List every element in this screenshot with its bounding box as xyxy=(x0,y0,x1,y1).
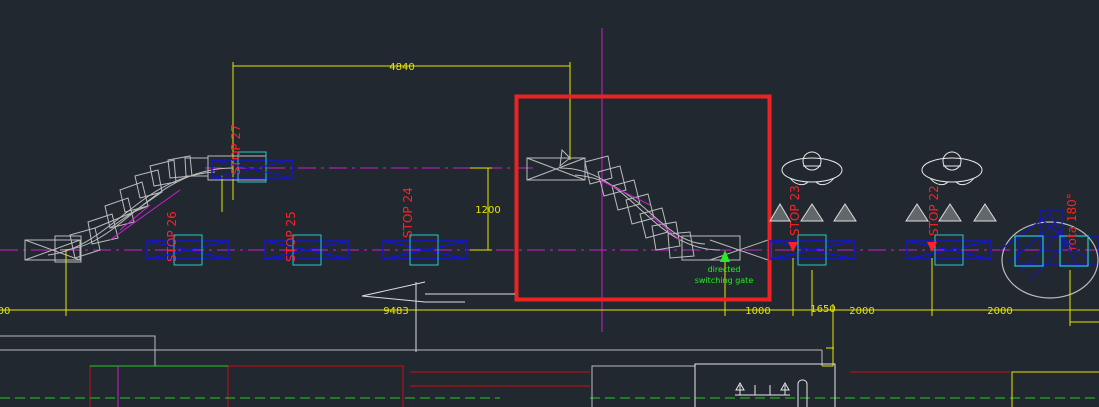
dimension-label-vertical: 1200 xyxy=(475,205,500,216)
station-stop25[interactable] xyxy=(264,234,350,266)
arrow-left-icon xyxy=(361,281,515,352)
dimension-ticks-bottom xyxy=(65,258,1099,326)
fixture-symbol xyxy=(735,379,808,407)
dimension-label-left-edge: 00 xyxy=(0,306,10,317)
stop-label-22: STOP 22 xyxy=(927,185,941,236)
dimension-label-2000-b: 2000 xyxy=(987,306,1012,317)
stop-label-25: STOP 25 xyxy=(284,211,298,262)
dimension-label-2000-a: 2000 xyxy=(849,306,874,317)
stop-label-26-partial: STOP 26 xyxy=(165,211,179,262)
dimension-4840 xyxy=(232,62,571,200)
stop-label-27: STOP 27 xyxy=(229,124,243,175)
stop-label-23: STOP 23 xyxy=(788,185,802,236)
switch-track-right xyxy=(526,148,769,261)
dimension-label-1650: 1650 xyxy=(810,304,835,315)
dimension-label-top: 4840 xyxy=(389,62,414,73)
stop-label-24: STOP 24 xyxy=(401,187,415,238)
dimension-label-main: 9483 xyxy=(383,306,408,317)
lower-leader-lines xyxy=(0,335,823,366)
cad-drawing-canvas[interactable]: 4840 1200 STOP 27 STOP 26 STOP 25 STOP 2… xyxy=(0,0,1099,407)
operator-icon xyxy=(781,151,843,186)
switching-gate-note-line2: switching gate xyxy=(695,276,754,285)
lower-area-outlines xyxy=(0,363,1099,407)
switching-gate-note-line1: directed xyxy=(708,265,741,274)
operator-icon xyxy=(921,151,983,186)
warning-triangle-icon xyxy=(769,203,997,222)
dimension-label-1000: 1000 xyxy=(745,306,770,317)
rotation-label: rota 180° xyxy=(1065,193,1079,250)
rotation-unit[interactable] xyxy=(999,209,1099,299)
